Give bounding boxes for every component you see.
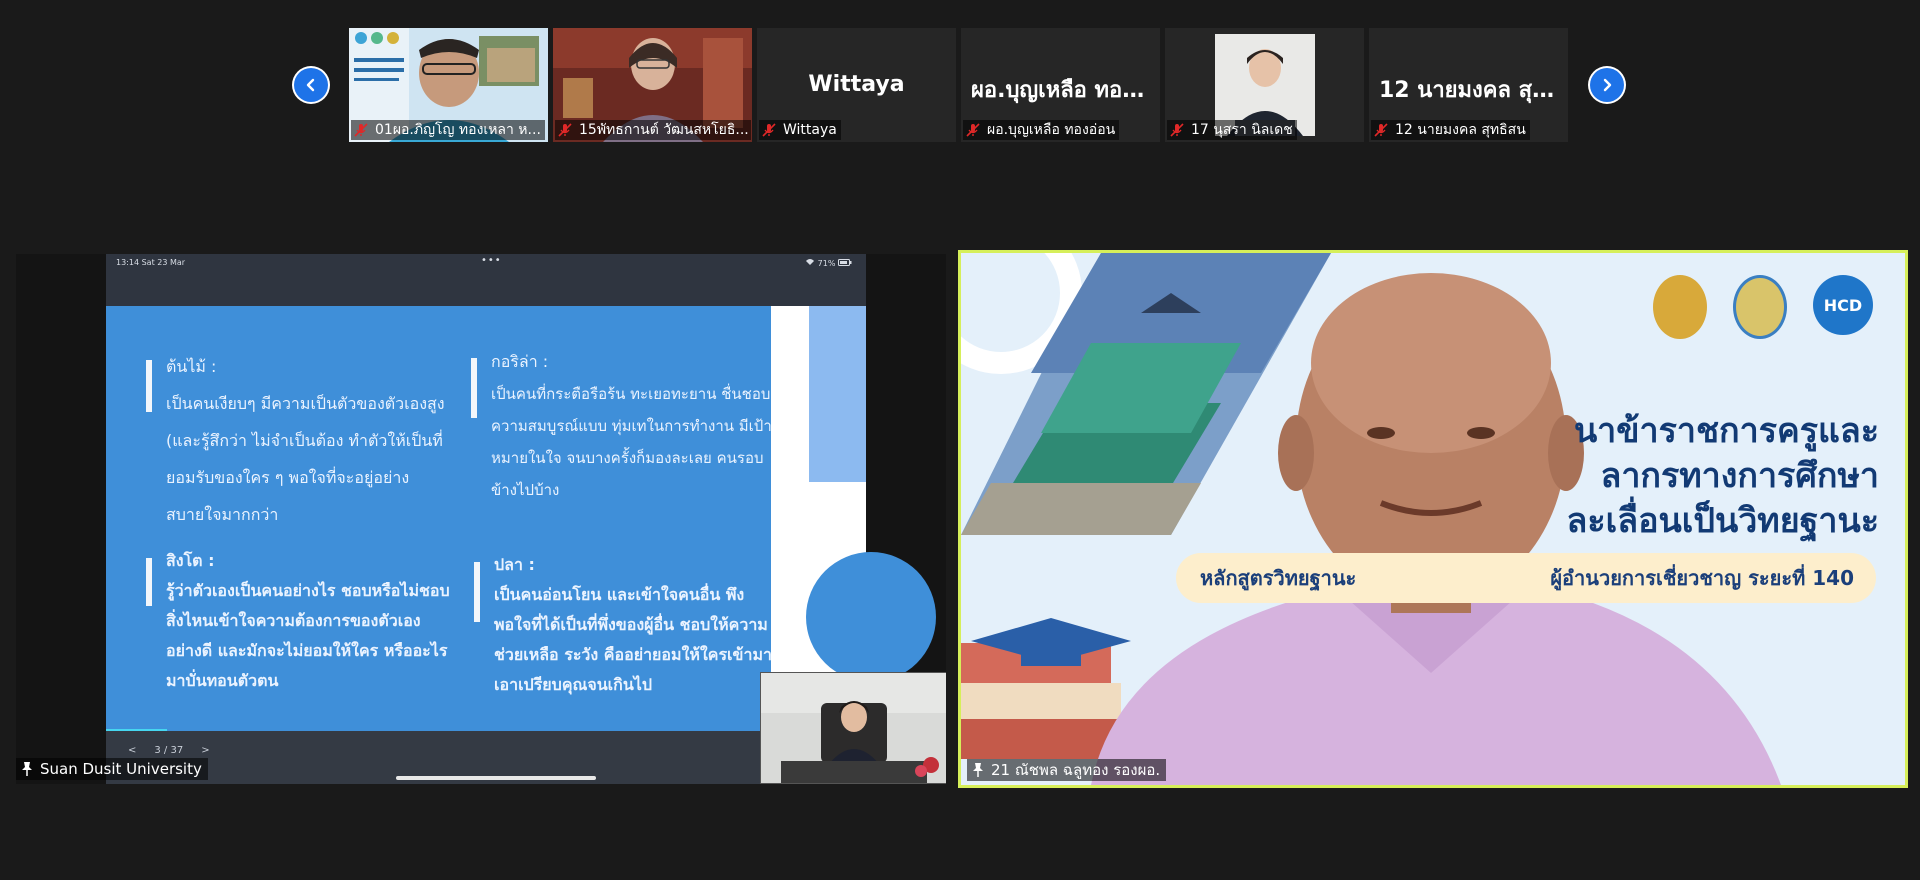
wifi-icon — [806, 259, 815, 265]
pin-icon — [22, 762, 32, 776]
slide-accent-bar — [471, 358, 477, 418]
ipad-home-indicator — [396, 776, 596, 780]
chevron-right-icon — [1590, 68, 1624, 102]
participant-name: ผอ.บุญเหลือ ทองอ่อน — [987, 122, 1116, 138]
mic-muted-icon — [1170, 123, 1184, 137]
ipad-battery: 71% — [805, 258, 852, 268]
slide-section-gorilla: กอริล่า : เป็นคนที่กระตือรือร้น ทะเยอทะย… — [471, 346, 776, 506]
shared-ipad-screen: 13:14 Sat 23 Mar ••• 71% ต้นไม้ : เป็นคน… — [106, 254, 936, 784]
slide-pager: < 3 / 37 > — [128, 745, 210, 756]
speaker-name: 21 ณัชพล ฉลูทอง รองผอ. — [991, 761, 1161, 779]
ipad-status-bar: 13:14 Sat 23 Mar ••• 71% — [106, 254, 866, 306]
slide-page-number: 3 / 37 — [154, 745, 184, 756]
next-page-button[interactable] — [1588, 66, 1626, 104]
participant-display-name: ผอ.บุญเหลือ ทอง... — [971, 78, 1159, 103]
mic-muted-icon — [762, 123, 776, 137]
previous-slide-button[interactable]: < — [128, 745, 136, 756]
banner-title-line: ละเลื่อนเป็นวิทยฐานะ — [1566, 501, 1879, 541]
mic-muted-icon — [558, 123, 572, 137]
battery-percent: 71% — [817, 259, 836, 268]
participant-name-label: ผอ.บุญเหลือ ทองอ่อน — [963, 120, 1120, 140]
participant-name-label: 01ผอ.ภิญโญ ทองเหลา ห... — [351, 120, 545, 140]
slide-section-body: รู้ว่าตัวเองเป็นคนอย่างไร ชอบหรือไม่ชอบส… — [166, 581, 450, 690]
slide-accent-bar — [474, 562, 480, 622]
course-banner-start: หลักสูตรวิทยฐานะ — [1200, 566, 1357, 590]
course-banner: หลักสูตรวิทยฐานะ ผู้อำนวยการเชี่ยวชาญ ระ… — [1176, 553, 1876, 603]
participant-tile[interactable]: 12 นายมงคล สุท... 12 นายมงคล สุทธิสน — [1369, 28, 1568, 142]
slide-decoration — [806, 552, 936, 682]
mic-muted-icon — [1374, 123, 1388, 137]
participant-display-name: Wittaya — [808, 72, 905, 97]
ipad-clock: 13:14 Sat 23 Mar — [116, 258, 186, 267]
hcd-logo: HCD — [1813, 275, 1873, 335]
participant-name: 17 นุสรา นิลเดช — [1191, 122, 1293, 138]
participant-name-label: 15พัทธกานต์ วัฒนสหโยธิ... — [555, 120, 751, 140]
pin-icon — [973, 763, 983, 777]
slide-section-title: ปลา : — [494, 555, 535, 574]
participant-tile[interactable]: 15พัทธกานต์ วัฒนสหโยธิ... — [553, 28, 752, 142]
participant-tile[interactable]: 17 นุสรา นิลเดช — [1165, 28, 1364, 142]
participant-strip: 01ผอ.ภิญโญ ทองเหลา ห... 15พัทธกานต์ วัฒน… — [349, 28, 1568, 142]
course-banner-end: ผู้อำนวยการเชี่ยวชาญ ระยะที่ 140 — [1550, 566, 1854, 590]
participant-name: 12 นายมงคล สุทธิสน — [1395, 122, 1526, 138]
participant-name-label: 17 นุสรา นิลเดช — [1167, 120, 1297, 140]
ipad-bottom-bar: < 3 / 37 > — [106, 731, 866, 784]
battery-icon — [838, 259, 852, 266]
slide-section-lion: สิงโต : รู้ว่าตัวเองเป็นคนอย่างไร ชอบหรื… — [146, 546, 456, 696]
participant-tile[interactable]: 01ผอ.ภิญโญ ทองเหลา ห... — [349, 28, 548, 142]
chevron-left-icon — [294, 68, 328, 102]
slide-section-body: เป็นคนเงียบๆ มีความเป็นตัวของตัวเองสูง (… — [166, 394, 445, 524]
hcd-logo-text: HCD — [1823, 295, 1863, 315]
slide-decoration — [809, 306, 866, 482]
participant-tile[interactable]: Wittaya Wittaya — [757, 28, 956, 142]
screen-share-tile[interactable]: 13:14 Sat 23 Mar ••• 71% ต้นไม้ : เป็นคน… — [16, 254, 946, 784]
slide-accent-bar — [146, 558, 152, 606]
speaker-name-label: 21 ณัชพล ฉลูทอง รองผอ. — [967, 759, 1167, 781]
participant-display-name: 12 นายมงคล สุท... — [1379, 78, 1568, 103]
participant-name-label: Wittaya — [759, 120, 841, 140]
participant-name: Wittaya — [783, 122, 837, 138]
ipad-multitask-dots: ••• — [481, 255, 502, 266]
university-seal-logo — [1733, 275, 1787, 339]
participant-name-label: 12 นายมงคล สุทธิสน — [1371, 120, 1530, 140]
slide-accent-bar — [146, 360, 152, 412]
presenter-name: Suan Dusit University — [40, 760, 202, 778]
active-speaker-tile[interactable]: นาข้าราชการครูและ ลากรทางการศึกษา ละเลื่… — [958, 250, 1908, 788]
slide-section-title: กอริล่า : — [491, 352, 549, 371]
presenter-pip-video — [760, 672, 946, 784]
participant-tile[interactable]: ผอ.บุญเหลือ ทอง... ผอ.บุญเหลือ ทองอ่อน — [961, 28, 1160, 142]
slide-section-tree: ต้นไม้ : เป็นคนเงียบๆ มีความเป็นตัวของตั… — [146, 348, 456, 533]
slide-section-title: สิงโต : — [166, 551, 215, 570]
slide-section-title: ต้นไม้ : — [166, 357, 217, 376]
presenter-name-label: Suan Dusit University — [16, 758, 208, 780]
mic-muted-icon — [966, 123, 980, 137]
slide-section-body: เป็นคนอ่อนโยน และเข้าใจคนอื่น พึงพอใจที่… — [494, 585, 772, 694]
mic-muted-icon — [354, 123, 368, 137]
participant-name: 01ผอ.ภิญโญ ทองเหลา ห... — [375, 122, 541, 138]
slide-section-fish: ปลา : เป็นคนอ่อนโยน และเข้าใจคนอื่น พึงพ… — [474, 550, 774, 700]
slide-section-body: เป็นคนที่กระตือรือร้น ทะเยอทะยาน ชื่นชอบ… — [491, 385, 772, 499]
previous-page-button[interactable] — [292, 66, 330, 104]
participant-name: 15พัทธกานต์ วัฒนสหโยธิ... — [579, 122, 749, 138]
next-slide-button[interactable]: > — [201, 745, 209, 756]
ministry-logo — [1653, 275, 1707, 339]
